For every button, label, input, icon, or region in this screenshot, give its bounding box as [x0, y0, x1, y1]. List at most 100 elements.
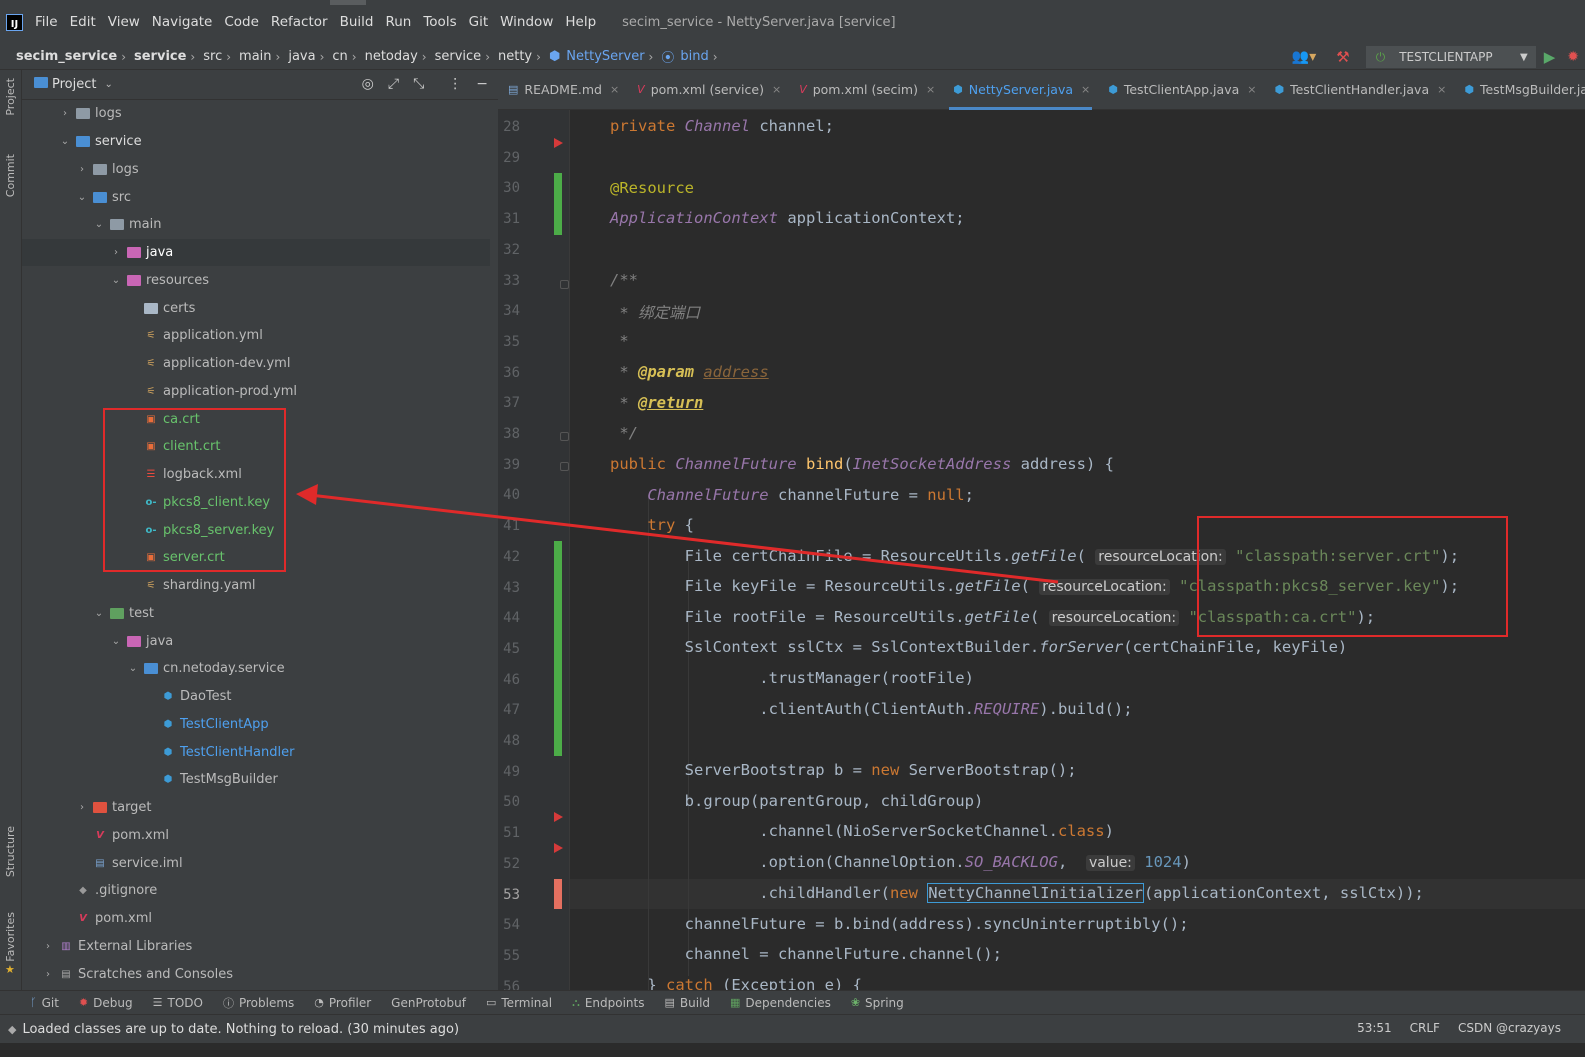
chevron-right-icon[interactable]: › [42, 969, 54, 980]
breadcrumb-item[interactable]: main [239, 49, 271, 64]
fold-icon[interactable] [560, 280, 569, 289]
fold-icon[interactable] [560, 432, 569, 441]
chevron-right-icon[interactable]: › [110, 247, 122, 258]
hammer-icon[interactable]: ⚒ [1336, 48, 1349, 66]
menu-help[interactable]: Help [565, 14, 596, 30]
tree-item[interactable]: ⬢ TestClientHandler [22, 738, 490, 766]
tool-build[interactable]: ▤ Build [664, 996, 710, 1010]
breadcrumb-item[interactable]: netoday [365, 49, 418, 64]
tab-nettyserver-java[interactable]: ⬢ NettyServer.java × [943, 70, 1098, 110]
tree-item[interactable]: ⌄ java [22, 627, 490, 655]
tree-item[interactable]: certs [22, 294, 490, 322]
caret-position[interactable]: 53:51 [1357, 1021, 1392, 1035]
breadcrumb-item[interactable]: java [288, 49, 315, 64]
tree-item[interactable]: ◆ .gitignore [22, 877, 490, 905]
tab-pom-xml-service[interactable]: Vpom.xml (service) × [627, 70, 789, 110]
chevron-down-icon[interactable]: ⌄ [127, 663, 139, 674]
tree-item[interactable]: ▤ service.iml [22, 849, 490, 877]
close-icon[interactable]: × [926, 83, 935, 96]
breadcrumb-item[interactable]: bind [680, 49, 708, 64]
chevron-down-icon[interactable]: ⌄ [76, 192, 88, 203]
bookmark-icon[interactable] [554, 843, 563, 853]
tree-item[interactable]: ⌄ test [22, 600, 490, 628]
minimize-icon[interactable]: − [476, 76, 488, 92]
bookmark-icon[interactable] [554, 138, 563, 148]
chevron-right-icon[interactable]: › [59, 108, 71, 119]
chevron-down-icon[interactable]: ⌄ [93, 608, 105, 619]
more-icon[interactable]: ⋮ [448, 76, 462, 92]
breadcrumb-item[interactable]: service [435, 49, 482, 64]
tree-item[interactable]: › ▤ Scratches and Consoles [22, 960, 490, 988]
tab-testclientapp-java[interactable]: ⬢ TestClientApp.java × [1098, 70, 1264, 110]
tree-item[interactable]: › ▥ External Libraries [22, 933, 490, 961]
tree-item[interactable]: ⌄ service [22, 128, 490, 156]
tree-item[interactable]: › target [22, 794, 490, 822]
user-icon[interactable]: 👥▾ [1292, 49, 1316, 65]
tool-spring[interactable]: ❀ Spring [851, 996, 904, 1010]
tree-item[interactable]: › logs [22, 156, 490, 184]
project-tool-tab[interactable]: Project [4, 78, 17, 116]
tree-item[interactable]: ⬢ TestClientApp [22, 711, 490, 739]
tree-item[interactable]: ⌄ src [22, 183, 490, 211]
fold-icon[interactable] [560, 462, 569, 471]
tab-pom-xml-secim[interactable]: Vpom.xml (secim) × [789, 70, 943, 110]
tool-genprotobuf[interactable]: GenProtobuf [391, 996, 466, 1010]
menu-git[interactable]: Git [469, 14, 489, 30]
menu-code[interactable]: Code [224, 14, 259, 30]
tree-item[interactable]: ⬢ TestMsgBuilder [22, 766, 490, 794]
menu-window[interactable]: Window [500, 14, 553, 30]
tree-item[interactable]: ⌄ cn.netoday.service [22, 655, 490, 683]
tool-git[interactable]: ᚴ Git [30, 996, 59, 1010]
tree-item[interactable]: ⬢ DaoTest [22, 683, 490, 711]
chevron-down-icon[interactable]: ⌄ [110, 636, 122, 647]
tool-dependencies[interactable]: ▦ Dependencies [730, 996, 831, 1010]
chevron-right-icon[interactable]: › [76, 802, 88, 813]
debug-icon[interactable]: ✹ [1567, 49, 1579, 65]
tree-item[interactable]: › java [22, 238, 490, 267]
menu-tools[interactable]: Tools [423, 14, 456, 30]
tool-todo[interactable]: ☰ TODO [153, 996, 203, 1010]
tool-problems[interactable]: ⓘ Problems [223, 995, 294, 1011]
run-config-select[interactable]: ⏻ TESTCLIENTAPP ▼ [1365, 46, 1536, 68]
structure-tool-tab[interactable]: Structure [4, 826, 17, 877]
tree-item[interactable]: ⌄ resources [22, 267, 490, 295]
close-icon[interactable]: × [1247, 83, 1256, 96]
tree-item[interactable]: Vpom.xml [22, 905, 490, 933]
menu-refactor[interactable]: Refactor [271, 14, 328, 30]
tree-item[interactable]: ⚟ sharding.yaml [22, 572, 490, 600]
tool-debug[interactable]: ✹ Debug [79, 996, 133, 1010]
tab-testmsgbuilder-java[interactable]: ⬢TestMsgBuilder.java× [1454, 70, 1585, 110]
tree-item[interactable]: Vpom.xml [22, 822, 490, 850]
favorites-tool-tab[interactable]: Favorites [4, 912, 17, 962]
breadcrumb-item[interactable]: NettyServer [566, 49, 644, 64]
menu-build[interactable]: Build [340, 14, 374, 30]
bookmark-icon[interactable] [554, 812, 563, 822]
menu-navigate[interactable]: Navigate [152, 14, 213, 30]
run-icon[interactable]: ▶ [1544, 48, 1556, 66]
tool-endpoints[interactable]: ⛬ Endpoints [572, 996, 644, 1010]
breadcrumb-item[interactable]: cn [332, 49, 347, 64]
breadcrumb-item[interactable]: netty [498, 49, 532, 64]
breadcrumb-item[interactable]: secim_service [16, 49, 117, 64]
expand-icon[interactable]: ⤢ [388, 76, 399, 92]
close-icon[interactable]: × [1081, 83, 1090, 96]
chevron-right-icon[interactable]: › [76, 164, 88, 175]
chevron-down-icon[interactable]: ⌄ [110, 275, 122, 286]
tab-readme-md[interactable]: ▤ README.md × [498, 70, 627, 110]
tree-item[interactable]: ⚟ application-prod.yml [22, 378, 490, 406]
breadcrumb-item[interactable]: src [203, 49, 222, 64]
menu-run[interactable]: Run [385, 14, 411, 30]
chevron-down-icon[interactable]: ⌄ [104, 79, 112, 90]
chevron-right-icon[interactable]: › [42, 941, 54, 952]
line-separator[interactable]: CRLF [1410, 1021, 1440, 1035]
tab-testclienthandler-java[interactable]: ⬢ TestClientHandler.java × [1264, 70, 1454, 110]
tool-terminal[interactable]: ▭ Terminal [486, 996, 552, 1010]
breadcrumb-item[interactable]: service [134, 49, 186, 64]
project-panel-title[interactable]: Project [52, 77, 96, 92]
tree-item[interactable]: › logs [22, 100, 490, 128]
tree-item[interactable]: ⚟ application.yml [22, 322, 490, 350]
menu-edit[interactable]: Edit [70, 14, 96, 30]
tree-item[interactable]: ⚟ application-dev.yml [22, 350, 490, 378]
commit-tool-tab[interactable]: Commit [4, 154, 17, 197]
close-icon[interactable]: × [610, 83, 619, 96]
